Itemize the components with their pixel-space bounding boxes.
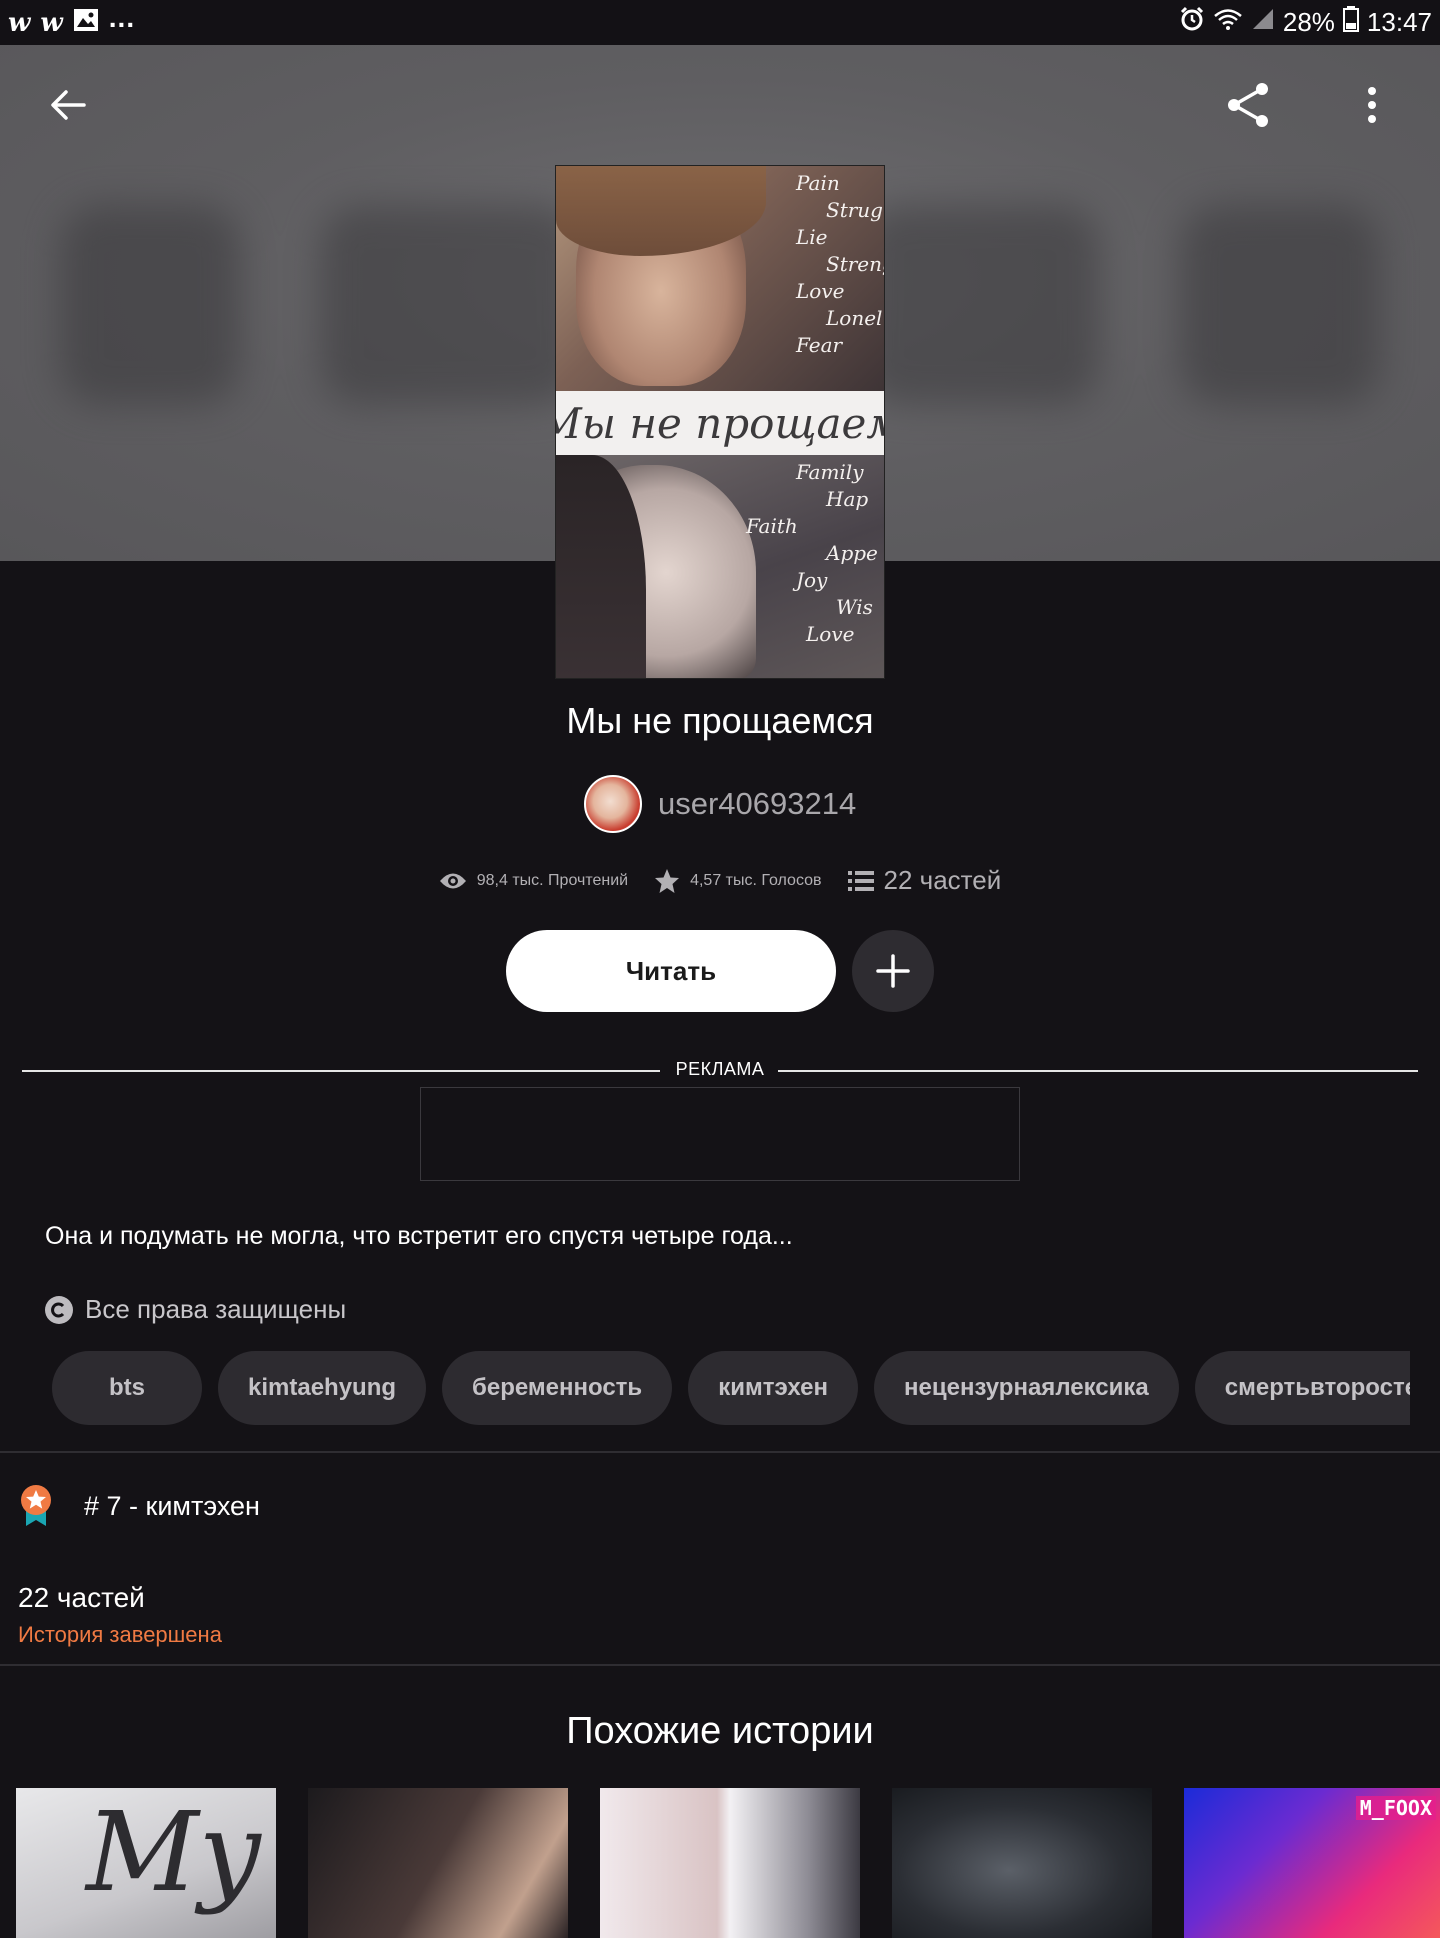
- plus-icon: [876, 954, 910, 988]
- story-stats: 98,4 тыс. Прочтений 4,57 тыс. Голосов 22…: [0, 865, 1440, 896]
- top-bar-actions: [1216, 73, 1404, 137]
- cover-top-photo: Pain Strug Lie Streng Love Lonel Fear: [556, 166, 884, 391]
- section-divider: [0, 1664, 1440, 1666]
- ad-banner[interactable]: [420, 1087, 1020, 1181]
- tag-chip[interactable]: кимтэхен: [688, 1351, 858, 1425]
- battery-percent: 28%: [1282, 7, 1335, 37]
- tags-row[interactable]: bts kimtaehyung беременность кимтэхен не…: [52, 1351, 1410, 1425]
- cover-bottom-photo: Family Hap Faith Appe Joy Wis Love: [556, 455, 884, 678]
- reads-stat: 98,4 тыс. Прочтений: [439, 871, 628, 891]
- wattpad-icon: w: [8, 7, 31, 38]
- tag-chip[interactable]: беременность: [442, 1351, 673, 1425]
- table-of-contents-link[interactable]: 22 частей: [18, 1582, 145, 1614]
- cover-label: M_FOOX: [1355, 1796, 1436, 1820]
- tag-chip[interactable]: нецензурнаялексика: [874, 1351, 1179, 1425]
- votes-stat: 4,57 тыс. Голосов: [654, 868, 822, 894]
- rank-badge[interactable]: # 7 - кимтэхен: [18, 1484, 260, 1528]
- image-icon: [73, 8, 99, 37]
- author-link[interactable]: user40693214: [584, 775, 856, 833]
- status-right: 28% 13:47: [1179, 6, 1432, 39]
- avatar[interactable]: [584, 775, 642, 833]
- ad-label: РЕКЛАМА: [675, 1059, 765, 1079]
- read-button[interactable]: Читать: [506, 930, 836, 1012]
- story-actions: Читать: [0, 930, 1440, 1012]
- more-vert-icon: [1368, 87, 1376, 123]
- votes-count: 4,57 тыс. Голосов: [690, 871, 822, 889]
- overflow-notifications: ...: [108, 1, 136, 33]
- parts-stat: 22 частей: [847, 865, 1002, 896]
- copyright-notice: Все права защищены: [45, 1294, 346, 1325]
- similar-story-cover[interactable]: [308, 1788, 568, 1938]
- tag-chip[interactable]: bts: [52, 1351, 202, 1425]
- alarm-icon: [1179, 6, 1205, 39]
- completion-status: История завершена: [18, 1622, 222, 1647]
- more-options-button[interactable]: [1340, 73, 1404, 137]
- wattpad-icon: w: [40, 7, 63, 38]
- similar-stories-title: Похожие истории: [566, 1710, 874, 1752]
- cover-words-bottom: Family Hap Faith Appe Joy Wis Love: [746, 460, 878, 646]
- share-icon: [1228, 83, 1268, 127]
- add-to-library-button[interactable]: [852, 930, 934, 1012]
- parts-count-stat: 22 частей: [883, 865, 1002, 895]
- similar-story-cover[interactable]: [892, 1788, 1152, 1938]
- copyright-text: Все права защищены: [85, 1294, 347, 1324]
- story-cover[interactable]: Pain Strug Lie Streng Love Lonel Fear Мы…: [555, 165, 885, 679]
- cover-script-text: Му: [86, 1788, 263, 1916]
- similar-stories-row: Му M_FOOX: [16, 1788, 1440, 1938]
- back-button[interactable]: [36, 73, 100, 137]
- copyright-icon: [45, 1295, 73, 1324]
- signal-icon: [1251, 7, 1275, 38]
- list-icon: [847, 870, 874, 891]
- battery-icon: [1342, 6, 1359, 39]
- similar-story-cover[interactable]: [600, 1788, 860, 1938]
- status-bar: w w ... 28% 13:47: [0, 0, 1440, 45]
- share-button[interactable]: [1216, 73, 1280, 137]
- eye-icon: [439, 873, 466, 888]
- tag-chip[interactable]: kimtaehyung: [218, 1351, 427, 1425]
- similar-story-cover[interactable]: Му: [16, 1788, 276, 1938]
- clock: 13:47: [1366, 7, 1432, 37]
- star-icon: [655, 868, 680, 893]
- ranking-ribbon-icon: [21, 1485, 51, 1526]
- back-arrow-icon: [51, 90, 86, 120]
- story-title: Мы не прощаемся: [566, 700, 874, 741]
- section-divider: [0, 1451, 1440, 1453]
- story-description: Она и подумать не могла, что встретит ег…: [45, 1222, 793, 1250]
- similar-story-cover[interactable]: M_FOOX: [1184, 1788, 1440, 1938]
- top-bar: [0, 45, 1440, 165]
- status-left: w w ...: [8, 2, 135, 38]
- author-name[interactable]: user40693214: [658, 786, 856, 822]
- cover-title-band: Мы не прощаем: [556, 391, 884, 455]
- wifi-icon: [1213, 7, 1243, 38]
- cover-words-top: Pain Strug Lie Streng Love Lonel Fear: [796, 171, 884, 357]
- reads-count: 98,4 тыс. Прочтений: [476, 871, 629, 889]
- tag-chip[interactable]: смертьвторостепе: [1194, 1351, 1410, 1425]
- rank-text[interactable]: # 7 - кимтэхен: [84, 1491, 260, 1522]
